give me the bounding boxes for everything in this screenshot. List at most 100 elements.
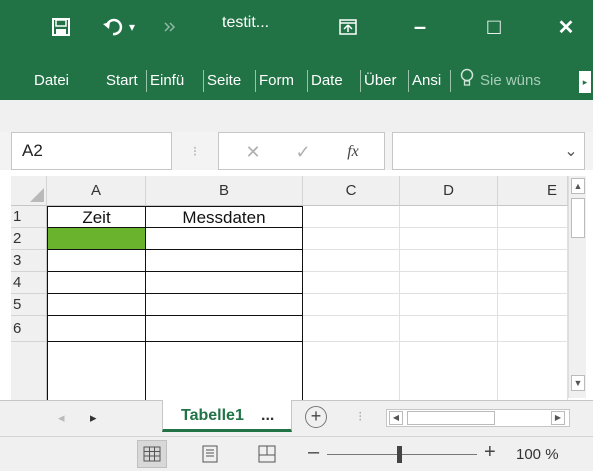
cell-c5[interactable] [303,294,400,316]
hscroll-left-icon[interactable]: ◀ [389,411,403,425]
cell-d2[interactable] [400,228,498,250]
scroll-down-icon[interactable]: ▼ [571,375,585,391]
cell-d3[interactable] [400,250,498,272]
formula-buttons: ✕ ✓ fx [218,132,385,170]
cell-b5[interactable] [146,294,303,316]
save-icon[interactable] [50,10,72,44]
cell-b4[interactable] [146,272,303,294]
zoom-out-button[interactable]: – [308,441,322,464]
cell-b6[interactable] [146,316,303,342]
horizontal-scrollbar[interactable]: ◀ ▶ [386,409,570,427]
minimize-button[interactable]: – [406,10,434,44]
cell-e3[interactable] [498,250,568,272]
page-layout-icon[interactable] [202,445,220,463]
name-box[interactable]: A2 [11,132,172,170]
select-all-corner[interactable] [11,176,47,206]
tab-review[interactable]: Über [364,68,406,94]
formula-bar: A2 ⁝ ✕ ✓ fx ⌄ [0,132,593,170]
cell-a4[interactable] [47,272,146,294]
column-header-c[interactable]: C [303,176,400,206]
cell-e4[interactable] [498,272,568,294]
cell-a3[interactable] [47,250,146,272]
row-header[interactable]: 5 [11,294,47,316]
cell-c4[interactable] [303,272,400,294]
page-break-icon[interactable] [258,445,276,463]
close-button[interactable]: ✕ [552,10,580,44]
vertical-scrollbar[interactable]: ▲ ▼ [568,176,586,398]
cell-c2[interactable] [303,228,400,250]
cell-d6[interactable] [400,316,498,342]
tab-insert[interactable]: Einfü [150,68,200,94]
cell-e5[interactable] [498,294,568,316]
cell-b1[interactable]: Messdaten [146,206,303,228]
cell-d7[interactable] [400,342,498,400]
zoom-slider-track[interactable] [327,454,477,455]
excel-window: { "titlebar":{"title":"testit...","undo_… [0,0,593,471]
undo-dropdown-icon[interactable]: ▾ [127,10,137,44]
maximize-button[interactable]: □ [480,10,508,44]
hscroll-right-icon[interactable]: ▶ [551,411,565,425]
row-header[interactable]: 3 [11,250,47,272]
ribbon-separator [255,70,256,92]
cell-a7[interactable] [47,342,146,400]
row-header[interactable]: 1 [11,206,47,228]
sheet-tab-bar: ◂ ▸ Tabelle1 ... + ⁝ ◀ ▶ [0,400,593,436]
zoom-in-button[interactable]: + [484,441,498,464]
cell-a6[interactable] [47,316,146,342]
ribbon-display-icon[interactable] [338,10,358,44]
cell-d4[interactable] [400,272,498,294]
cell-e7[interactable] [498,342,568,400]
enter-icon[interactable]: ✓ [289,133,317,171]
tab-scroll-right-icon[interactable]: ▸ [90,410,102,426]
tab-page-layout[interactable]: Seite [207,68,253,94]
cell-b2[interactable] [146,228,303,250]
tab-data[interactable]: Date [311,68,357,94]
row-header[interactable]: 6 [11,316,47,342]
undo-icon[interactable] [103,10,125,44]
row-header[interactable] [11,342,47,400]
tab-scroll-left-icon[interactable]: ◂ [58,410,70,426]
column-header-b[interactable]: B [146,176,303,206]
insert-function-icon[interactable]: fx [339,133,367,171]
column-header-a[interactable]: A [47,176,146,206]
lightbulb-icon[interactable] [460,68,478,94]
cell-b3[interactable] [146,250,303,272]
tell-me-input[interactable]: Sie wüns [480,68,576,94]
normal-view-icon[interactable] [137,440,167,468]
sheet-tab-overflow[interactable]: ... [261,407,274,425]
zoom-level[interactable]: 100 % [516,446,576,463]
cell-c3[interactable] [303,250,400,272]
formula-input[interactable]: ⌄ [392,132,585,170]
column-header-d[interactable]: D [400,176,498,206]
cell-c7[interactable] [303,342,400,400]
expand-formula-bar-icon[interactable]: ⌄ [561,133,581,171]
tab-file[interactable]: Datei [34,68,78,94]
cell-a2-active[interactable] [47,228,146,250]
hscroll-thumb[interactable] [407,411,495,425]
column-header-e[interactable]: E [498,176,568,206]
cell-a1[interactable]: Zeit [47,206,146,228]
zoom-slider-thumb[interactable] [397,446,402,463]
cell-d1[interactable] [400,206,498,228]
tab-start[interactable]: Start [106,68,144,94]
row-header[interactable]: 2 [11,228,47,250]
row-header[interactable]: 4 [11,272,47,294]
tab-view[interactable]: Ansi [412,68,448,94]
cell-b7[interactable] [146,342,303,400]
add-sheet-button[interactable]: + [305,406,327,428]
cell-c1[interactable] [303,206,400,228]
split-handle-icon[interactable]: ⁝ [358,408,366,425]
tab-formulas[interactable]: Form [259,68,303,94]
cell-e2[interactable] [498,228,568,250]
cell-a5[interactable] [47,294,146,316]
cell-e1[interactable] [498,206,568,228]
cell-c6[interactable] [303,316,400,342]
sheet-tab-active[interactable]: Tabelle1 ... [162,400,292,432]
ribbon-scroll-right-icon[interactable]: ▸ [579,71,591,93]
cancel-icon[interactable]: ✕ [239,133,267,171]
cell-d5[interactable] [400,294,498,316]
drag-handle-icon[interactable]: ⁝ [188,132,202,170]
scroll-thumb[interactable] [571,198,585,238]
scroll-up-icon[interactable]: ▲ [571,178,585,194]
cell-e6[interactable] [498,316,568,342]
